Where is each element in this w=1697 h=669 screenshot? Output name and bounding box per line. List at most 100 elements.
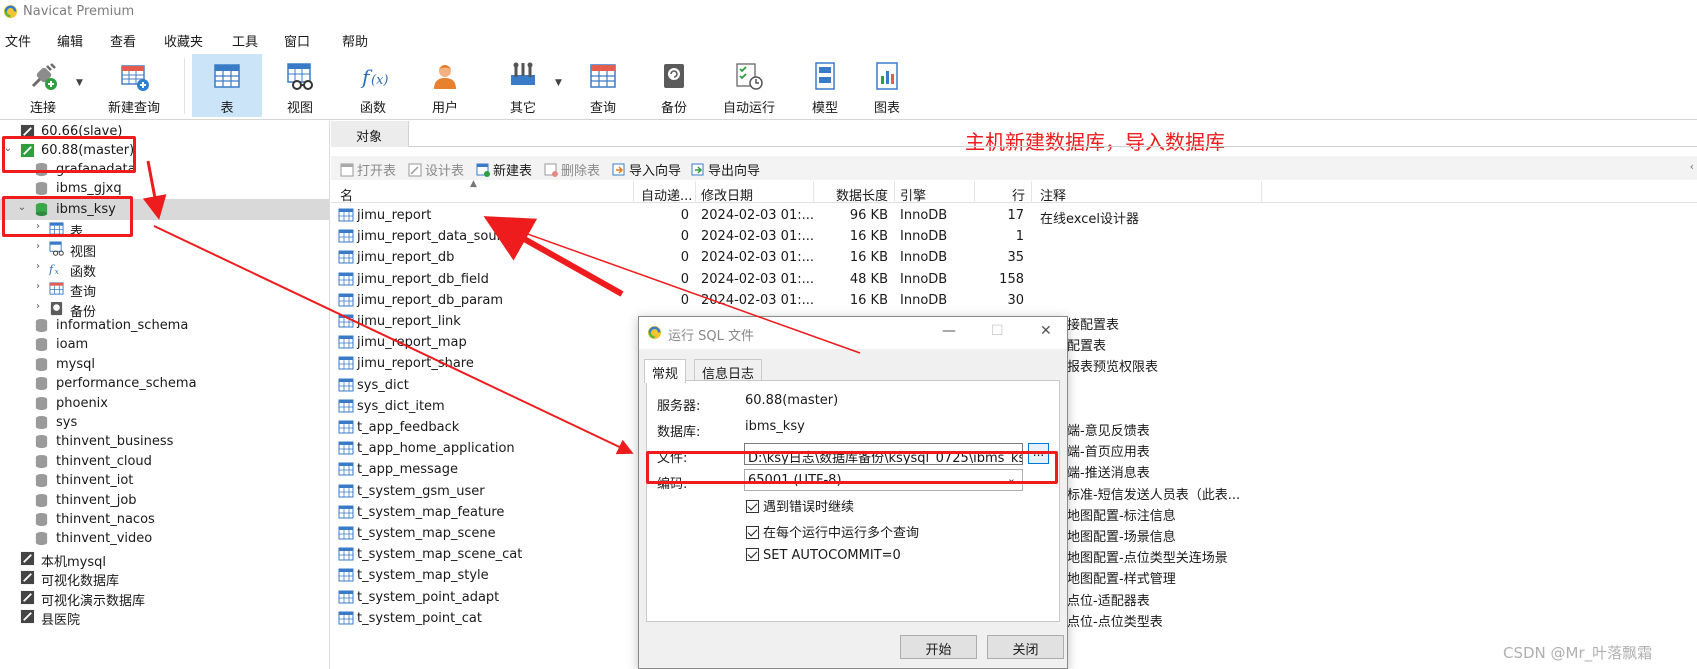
database-icon xyxy=(35,357,48,371)
tree-node-views[interactable]: › 视图 xyxy=(0,238,329,260)
tree-node-functions[interactable]: › fx 函数 xyxy=(0,258,329,280)
tree-db-ibms-ksy[interactable]: ⌄ ibms_ksy xyxy=(0,199,329,220)
col-header-name[interactable]: 名 xyxy=(340,185,353,204)
query-button[interactable]: 查询 xyxy=(568,54,638,117)
open-table-button[interactable]: 打开表 xyxy=(340,160,396,179)
tree-node-tables[interactable]: › 表 xyxy=(0,218,329,240)
browse-button[interactable]: ... xyxy=(1028,443,1049,464)
encoding-select[interactable]: 65001 (UTF-8) ⌄ xyxy=(744,469,1023,491)
menu-window[interactable]: 窗口 xyxy=(284,31,310,50)
query-label: 查询 xyxy=(589,101,616,116)
tree-label: thinvent_job xyxy=(56,492,137,508)
import-wizard-button[interactable]: 导入向导 xyxy=(612,160,681,179)
tree-db-item[interactable]: information_schema xyxy=(0,315,329,336)
tree-connection-item[interactable]: 本机mysql xyxy=(0,548,329,570)
chevron-down-icon[interactable]: ▼ xyxy=(555,78,562,88)
tree-db-item[interactable]: thinvent_iot xyxy=(0,470,329,491)
chevron-down-icon[interactable]: ⌄ xyxy=(2,143,14,154)
backup-icon xyxy=(664,64,684,88)
start-button[interactable]: 开始 xyxy=(900,635,977,659)
column-divider xyxy=(894,181,895,203)
chevron-right-icon[interactable]: › xyxy=(32,261,44,272)
tree-connection-item[interactable]: 县医院 xyxy=(0,606,329,628)
chevron-right-icon[interactable]: › xyxy=(32,301,44,312)
table-row[interactable]: jimu_report 0 2024-02-03 01:... 96 KB InnoDB… xyxy=(331,204,1697,227)
menu-edit[interactable]: 编辑 xyxy=(57,31,83,50)
tree-db-item[interactable]: thinvent_video xyxy=(0,528,329,549)
new-table-button[interactable]: 新建表 xyxy=(476,160,532,179)
chevron-right-icon[interactable]: › xyxy=(32,241,44,252)
close-window-button[interactable]: ✕ xyxy=(1040,323,1052,339)
connect-button[interactable]: ▼ 连接 xyxy=(8,54,83,117)
close-button[interactable]: 关闭 xyxy=(987,635,1064,659)
tree-connection-master[interactable]: ⌄ 60.88(master) xyxy=(0,140,329,161)
tree-db-item[interactable]: sys xyxy=(0,412,329,433)
col-header-modified[interactable]: 修改日期 xyxy=(701,185,753,204)
tab-message-log[interactable]: 信息日志 xyxy=(694,359,763,382)
autorun-icon xyxy=(736,63,763,90)
chevron-down-icon[interactable]: ⌄ xyxy=(16,202,28,213)
tree-db-item[interactable]: performance_schema xyxy=(0,373,329,394)
table-row[interactable]: jimu_report_db_field 0 2024-02-03 01:... 48… xyxy=(331,268,1697,291)
col-header-datalength[interactable]: 数据长度 xyxy=(836,185,888,204)
tree-connection-slave[interactable]: 60.66(slave) xyxy=(0,121,329,142)
table-icon xyxy=(338,378,354,392)
tree-connection-item[interactable]: 可视化演示数据库 xyxy=(0,587,329,609)
tree-db-item[interactable]: thinvent_nacos xyxy=(0,509,329,530)
chevron-left-icon[interactable]: ‹ xyxy=(1690,160,1694,173)
chevron-down-icon[interactable]: ▼ xyxy=(76,78,83,88)
tree-node-queries[interactable]: › 查询 xyxy=(0,278,329,300)
new-query-button[interactable]: 新建查询 xyxy=(93,54,175,117)
chevron-right-icon[interactable]: › xyxy=(32,221,44,232)
model-button[interactable]: 模型 xyxy=(790,54,860,117)
tree-db-grafanadata[interactable]: grafanadata xyxy=(0,159,329,180)
tree-db-item[interactable]: thinvent_cloud xyxy=(0,451,329,472)
other-button[interactable]: ▼ 其它 xyxy=(488,54,562,117)
multiple-queries-label: 在每个运行中运行多个查询 xyxy=(763,526,920,541)
tree-db-item[interactable]: thinvent_job xyxy=(0,490,329,511)
file-path-input[interactable]: D:\ksy日志\数据库备份\ksysql_0725\ibms_ksy xyxy=(744,443,1023,465)
backup-button[interactable]: 备份 xyxy=(639,54,709,117)
menu-file[interactable]: 文件 xyxy=(5,31,31,50)
table-icon xyxy=(214,64,240,88)
col-header-comment[interactable]: 注释 xyxy=(1040,185,1066,204)
multiple-queries-checkbox[interactable]: 在每个运行中运行多个查询 xyxy=(746,522,919,541)
menu-help[interactable]: 帮助 xyxy=(342,31,368,50)
tree-db-item[interactable]: thinvent_business xyxy=(0,431,329,452)
tree-db-item[interactable]: ioam xyxy=(0,334,329,355)
table-icon xyxy=(338,314,354,328)
autorun-button[interactable]: 自动运行 xyxy=(709,54,789,117)
delete-table-button[interactable]: 删除表 xyxy=(544,160,600,179)
connection-icon xyxy=(20,610,35,624)
tree-db-item[interactable]: mysql xyxy=(0,354,329,375)
menu-tools[interactable]: 工具 xyxy=(232,31,258,50)
menu-favorites[interactable]: 收藏夹 xyxy=(164,31,203,50)
chevron-right-icon[interactable]: › xyxy=(32,281,44,292)
view-button[interactable]: 视图 xyxy=(265,54,335,117)
cell-name: t_system_map_scene xyxy=(357,526,496,541)
maximize-button[interactable]: ☐ xyxy=(991,323,1004,339)
tree-db-ibms-gjxq[interactable]: ibms_gjxq xyxy=(0,178,329,199)
tree-db-item[interactable]: phoenix xyxy=(0,393,329,414)
continue-on-error-checkbox[interactable]: 遇到错误时继续 xyxy=(746,496,854,515)
design-table-button[interactable]: 设计表 xyxy=(408,160,464,179)
tab-general[interactable]: 常规 xyxy=(644,359,687,383)
col-header-engine[interactable]: 引擎 xyxy=(900,185,926,204)
table-row[interactable]: jimu_report_db 0 2024-02-03 01:... 16 KB Inn… xyxy=(331,246,1697,269)
chart-button[interactable]: 图表 xyxy=(852,54,922,117)
table-button[interactable]: 表 xyxy=(192,54,262,117)
tab-objects[interactable]: 对象 xyxy=(331,121,409,147)
other-label: 其它 xyxy=(509,101,536,116)
col-header-autoinc[interactable]: 自动递... xyxy=(641,185,692,204)
function-button[interactable]: f (x) 函数 xyxy=(338,54,408,117)
col-header-rows[interactable]: 行 xyxy=(1012,185,1025,204)
table-row[interactable]: jimu_report_db_param 0 2024-02-03 01:... 16… xyxy=(331,289,1697,312)
tree-connection-item[interactable]: 可视化数据库 xyxy=(0,567,329,589)
autocommit-checkbox[interactable]: SET AUTOCOMMIT=0 xyxy=(746,548,901,563)
table-row[interactable]: jimu_report_data_source 0 2024-02-03 01:..… xyxy=(331,225,1697,248)
table-icon xyxy=(338,462,354,476)
minimize-button[interactable]: — xyxy=(942,323,956,339)
export-wizard-button[interactable]: 导出向导 xyxy=(691,160,760,179)
user-button[interactable]: 用户 xyxy=(410,54,480,117)
menu-view[interactable]: 查看 xyxy=(110,31,136,50)
